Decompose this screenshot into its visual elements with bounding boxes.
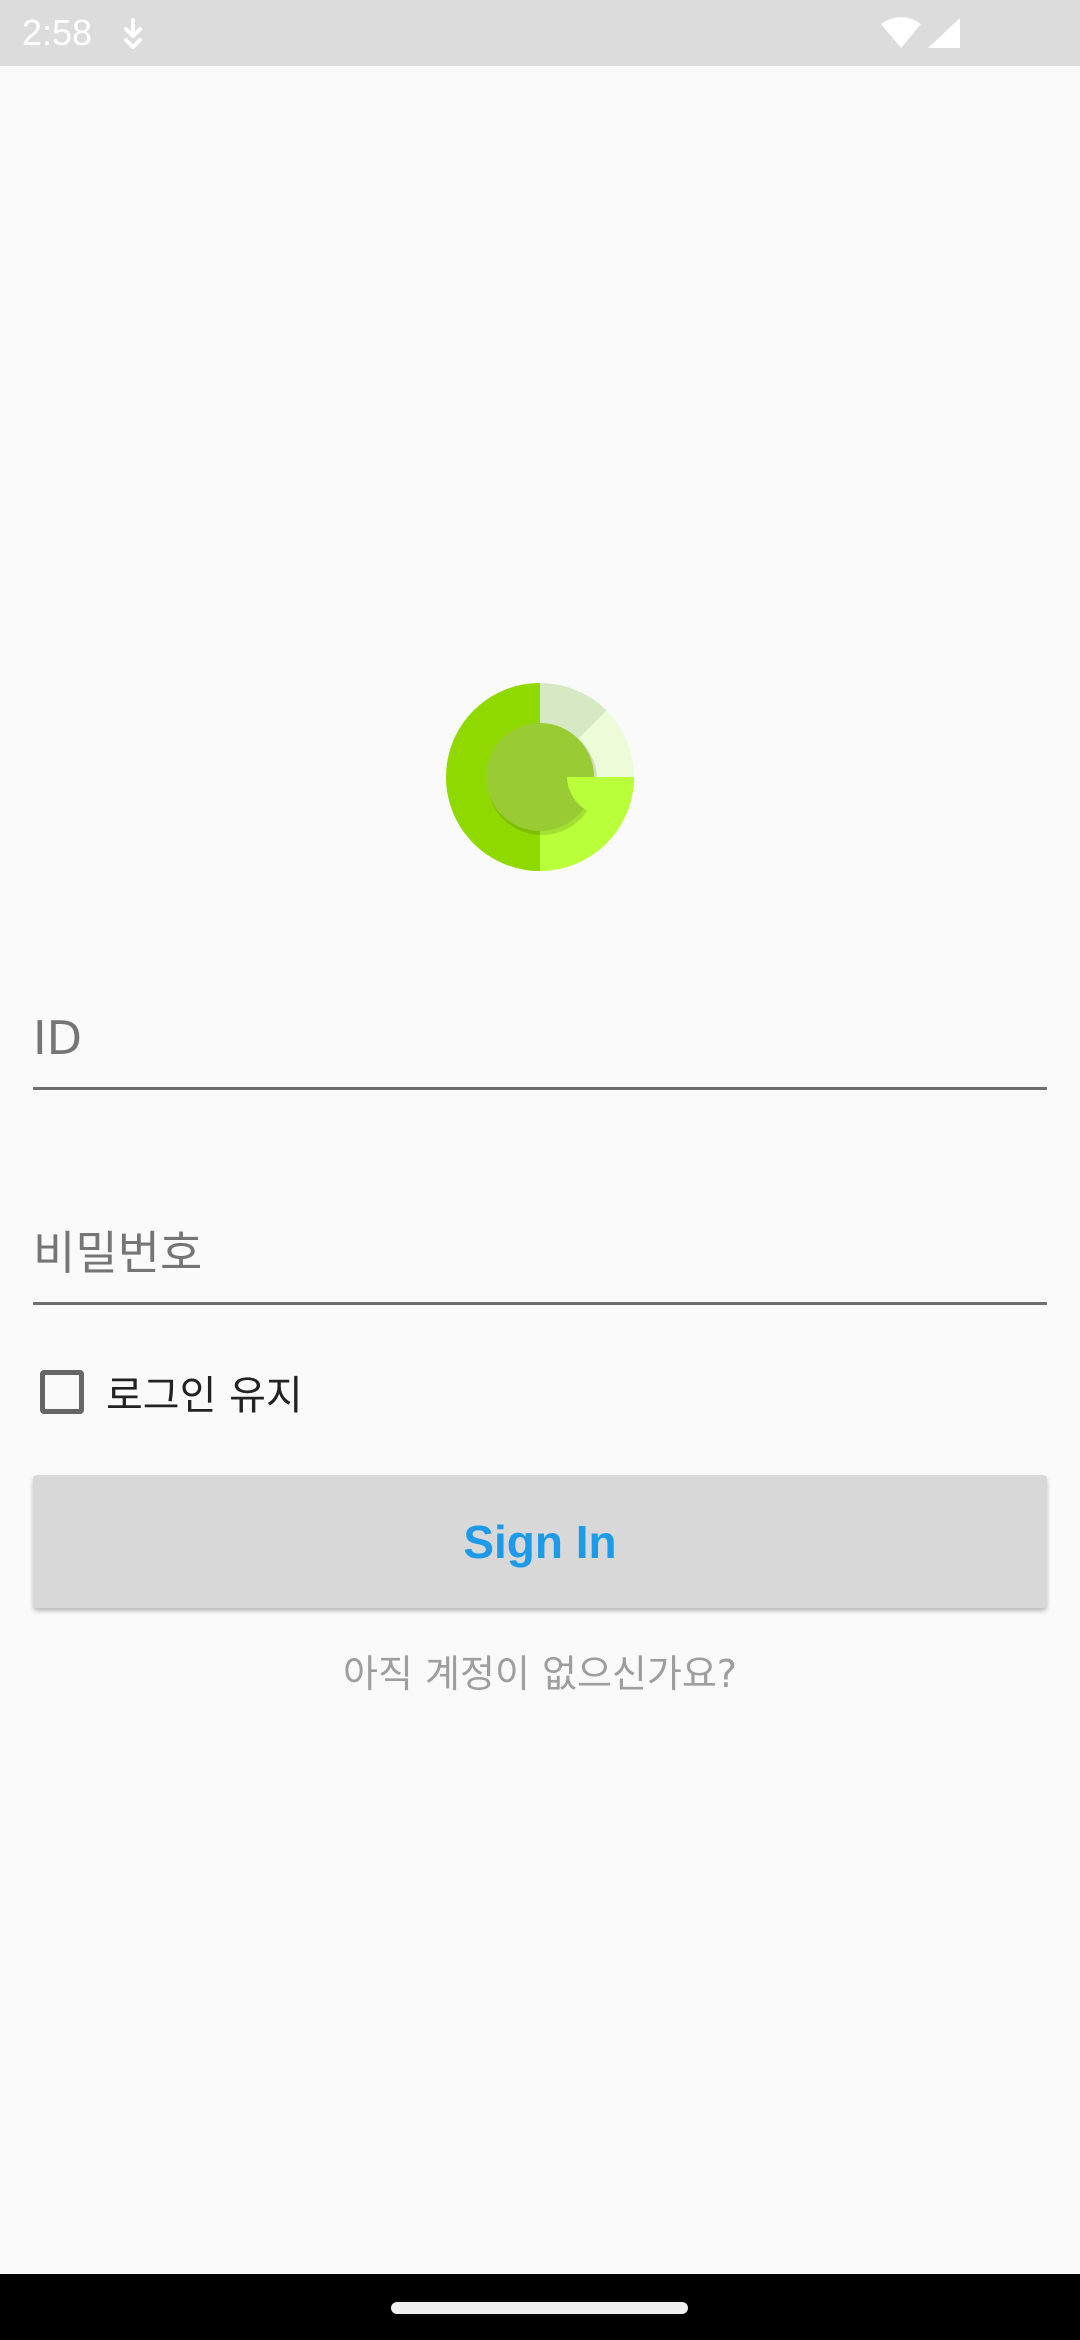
navigation-bar	[0, 2274, 1080, 2340]
home-gesture-handle[interactable]	[391, 2302, 688, 2314]
login-screen: 2:58 ID 로그인 유지 Sign In 아직 계정이 없으신가요?	[0, 0, 1080, 2340]
download-notification-icon	[124, 18, 142, 49]
signup-link[interactable]: 아직 계정이 없으신가요?	[0, 1643, 1080, 1698]
sign-in-button[interactable]: Sign In	[33, 1475, 1047, 1608]
status-bar: 2:58	[0, 0, 1080, 66]
wifi-icon	[881, 17, 921, 48]
password-input[interactable]	[33, 1205, 1047, 1301]
id-input[interactable]	[33, 990, 1047, 1086]
id-field[interactable]	[33, 990, 1047, 1090]
app-logo-icon	[446, 683, 634, 871]
keep-login-label: 로그인 유지	[106, 1373, 303, 1419]
password-field[interactable]	[33, 1205, 1047, 1305]
status-time: 2:58	[22, 12, 93, 53]
keep-login-checkbox[interactable]	[40, 1370, 84, 1414]
keep-login-row[interactable]: 로그인 유지	[40, 1366, 303, 1419]
cellular-signal-icon	[928, 18, 960, 48]
